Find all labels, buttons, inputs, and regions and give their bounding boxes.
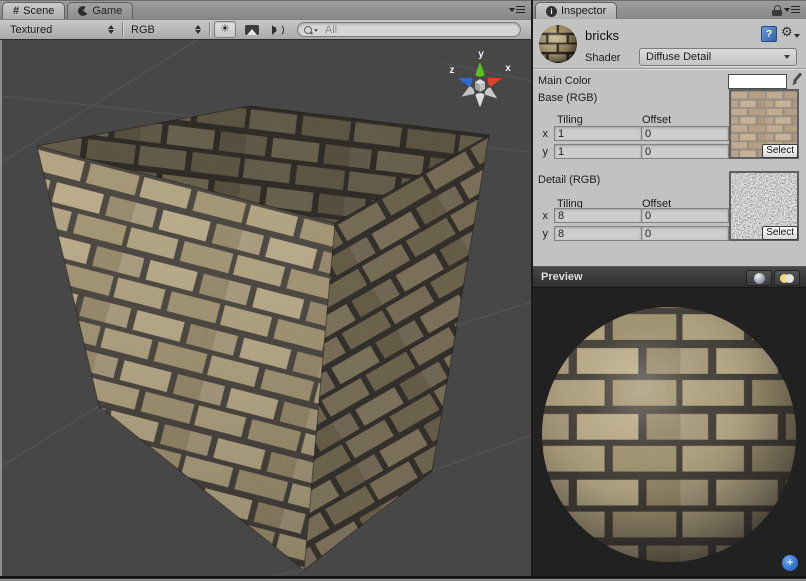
base-offset-x-input[interactable] (641, 126, 729, 141)
channel-dropdown[interactable]: RGB (125, 20, 207, 39)
base-offset-header: Offset (642, 114, 671, 126)
scene-toolbar: Textured RGB ☀ (0, 19, 531, 40)
chevron-down-icon (784, 55, 790, 59)
search-icon (304, 26, 312, 34)
base-y-axis-label: y (536, 146, 548, 158)
skybox-fx-button[interactable] (240, 22, 264, 37)
game-icon (78, 6, 88, 16)
gizmo-x-label[interactable]: x (505, 63, 511, 74)
unity-editor-window: # Scene Game Textured RGB ☀ (0, 0, 806, 581)
lighting-toggle-button[interactable]: ☀ (214, 21, 236, 38)
detail-y-axis-label: y (536, 228, 548, 240)
base-tiling-y-input[interactable] (554, 144, 642, 159)
updown-icon (195, 25, 201, 34)
scene-viewport[interactable]: y x z (0, 40, 531, 581)
tab-game-label: Game (92, 5, 122, 17)
scene-tabstrip: # Scene Game (0, 0, 531, 19)
material-preview-icon (538, 24, 578, 64)
scene-canvas: y x z (2, 40, 531, 581)
eyedropper-icon[interactable] (790, 71, 804, 87)
search-filter-arrow-icon[interactable] (314, 29, 318, 32)
detail-tiling-y-input[interactable] (554, 226, 642, 241)
inspector-panel: i Inspector bricks Shader Diffuse Detail… (533, 0, 806, 581)
detail-section-label: Detail (RGB) (538, 174, 600, 186)
base-section-label: Base (RGB) (538, 92, 597, 104)
scene-panel-menu-icon[interactable] (509, 6, 525, 13)
inspector-tabstrip: i Inspector (533, 0, 806, 19)
base-tiling-x-input[interactable] (554, 126, 642, 141)
preview-sphere-button[interactable] (746, 270, 772, 286)
preview-body[interactable]: + (533, 288, 806, 581)
render-mode-dropdown[interactable]: Textured (4, 20, 120, 39)
base-texture-select-button[interactable]: Select (762, 144, 798, 158)
shader-dropdown[interactable]: Diffuse Detail (639, 48, 797, 66)
tab-scene-label: Scene (23, 5, 54, 17)
base-x-axis-label: x (536, 128, 548, 140)
preview-zoom-plus-button[interactable]: + (782, 555, 798, 571)
window-bottom-edge (0, 576, 806, 581)
updown-icon (108, 25, 114, 34)
shader-label: Shader (585, 52, 620, 64)
preview-canvas (533, 288, 806, 581)
main-color-label: Main Color (538, 75, 591, 87)
shader-value: Diffuse Detail (640, 51, 711, 63)
preview-lighting-button[interactable] (774, 270, 800, 286)
base-tiling-header: Tiling (557, 114, 583, 126)
channel-value: RGB (125, 24, 155, 36)
grid-icon: # (13, 6, 19, 16)
tab-game[interactable]: Game (67, 2, 133, 19)
tab-inspector-label: Inspector (561, 5, 606, 17)
preview-header[interactable]: Preview (533, 266, 806, 288)
inspector-menu-icon[interactable] (784, 6, 800, 13)
audio-toggle-button[interactable] (268, 22, 289, 37)
toolbar-separator (209, 22, 210, 37)
detail-offset-x-input[interactable] (641, 208, 729, 223)
detail-offset-y-input[interactable] (641, 226, 729, 241)
scene-panel: # Scene Game Textured RGB ☀ (0, 0, 531, 581)
help-icon[interactable]: ? (761, 26, 777, 42)
sun-icon: ☀ (220, 23, 230, 36)
render-mode-value: Textured (4, 24, 52, 36)
section-divider (533, 68, 806, 70)
gear-icon[interactable]: ⚙ (781, 24, 800, 40)
image-icon (245, 25, 259, 35)
detail-x-axis-label: x (536, 210, 548, 222)
search-input[interactable] (323, 23, 514, 37)
preview-sphere (542, 307, 796, 562)
speaker-icon (273, 24, 284, 36)
lights-icon (780, 274, 794, 283)
material-inspector: bricks Shader Diffuse Detail ? ⚙ Main Co… (533, 19, 806, 266)
info-icon: i (546, 6, 557, 17)
tab-scene[interactable]: # Scene (2, 2, 65, 19)
material-name: bricks (585, 28, 619, 43)
toolbar-separator (122, 22, 123, 37)
panel-divider[interactable] (531, 0, 533, 581)
scene-search-field[interactable] (297, 22, 521, 37)
tab-inspector[interactable]: i Inspector (535, 2, 617, 19)
base-texture-thumbnail[interactable]: Select (729, 89, 799, 159)
detail-texture-select-button[interactable]: Select (762, 226, 798, 240)
sphere-icon (754, 273, 765, 284)
detail-texture-thumbnail[interactable]: Select (729, 171, 799, 241)
lock-icon[interactable] (772, 5, 782, 16)
detail-tiling-x-input[interactable] (554, 208, 642, 223)
gizmo-y-label[interactable]: y (478, 49, 484, 60)
main-color-swatch[interactable] (728, 74, 787, 89)
preview-title: Preview (541, 271, 583, 283)
gizmo-z-label[interactable]: z (450, 65, 455, 76)
base-offset-y-input[interactable] (641, 144, 729, 159)
